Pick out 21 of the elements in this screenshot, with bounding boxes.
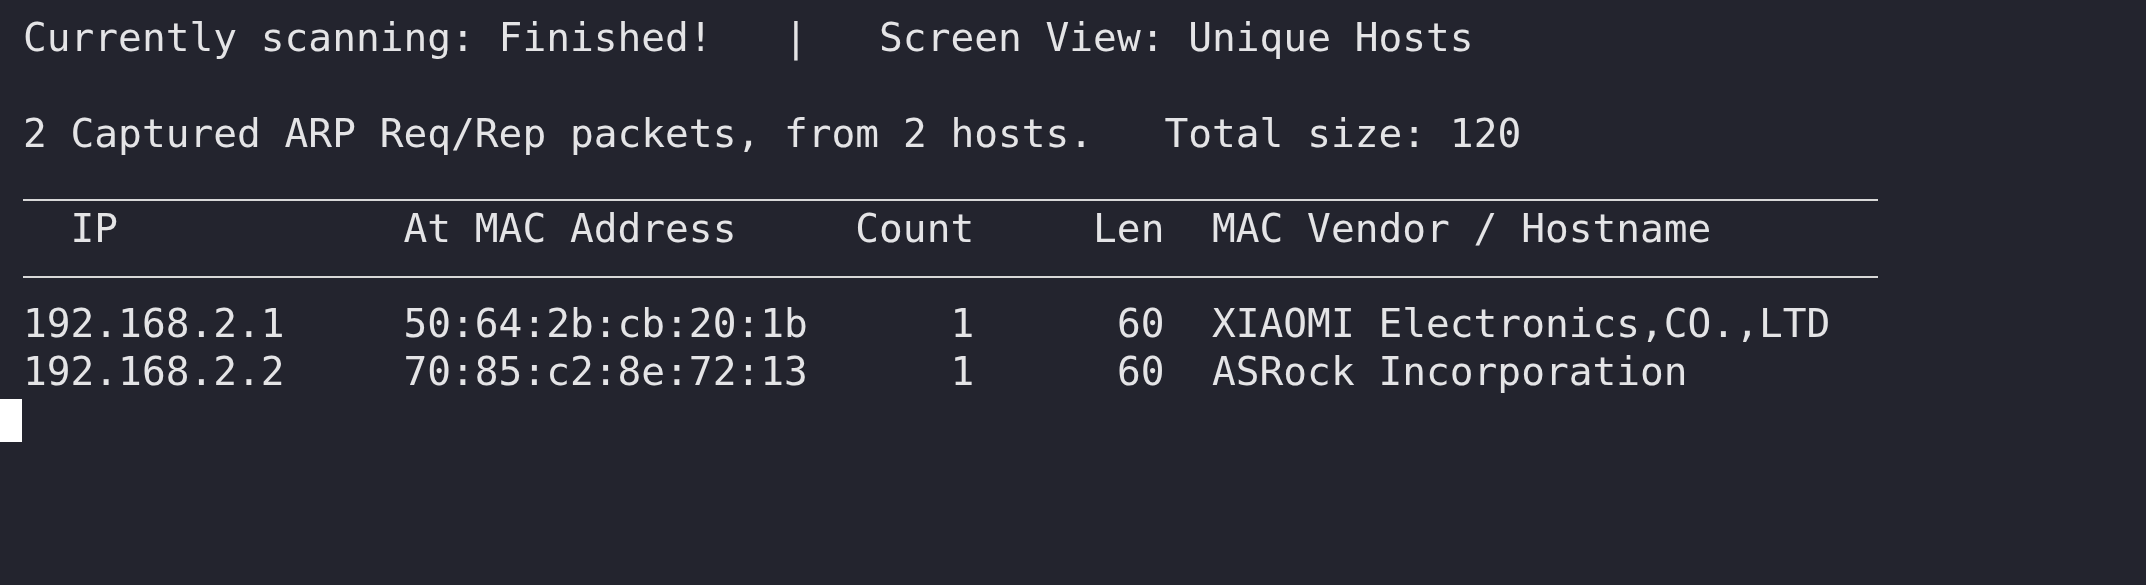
mac-address-cell-text: 70:85:c2:8e:72:13 — [403, 347, 809, 395]
vendor-cell-text: XIAOMI Electronics,CO.,LTD — [1212, 299, 1832, 347]
length-cell-text: 60 — [1115, 347, 1165, 395]
column-header: At MAC Address — [403, 204, 738, 252]
text-cursor — [0, 399, 22, 442]
column-header: Count — [855, 204, 975, 252]
total-size: Total size: 120 — [1164, 109, 1522, 157]
column-header: IP — [69, 204, 120, 252]
length-cell-text: 60 — [1115, 299, 1165, 347]
count-cell-text: 1 — [949, 299, 975, 347]
ip-cell-text: 192.168.2.1 — [23, 299, 286, 347]
vendor-cell-text: ASRock Incorporation — [1212, 347, 1689, 395]
mac-address-cell-text: 50:64:2b:cb:20:1b — [403, 299, 809, 347]
column-header: MAC Vendor / Hostname — [1212, 204, 1713, 252]
column-header: Len — [1092, 204, 1165, 252]
screen-view: Screen View: Unique Hosts — [879, 13, 1474, 61]
capture-summary: 2 Captured ARP Req/Rep packets, from 2 hosts. — [23, 109, 1094, 157]
ip-cell-text: 192.168.2.2 — [23, 347, 286, 395]
separator: | — [784, 13, 808, 61]
count-cell-text: 1 — [949, 347, 975, 395]
scan-status: Currently scanning: Finished! — [23, 13, 713, 61]
